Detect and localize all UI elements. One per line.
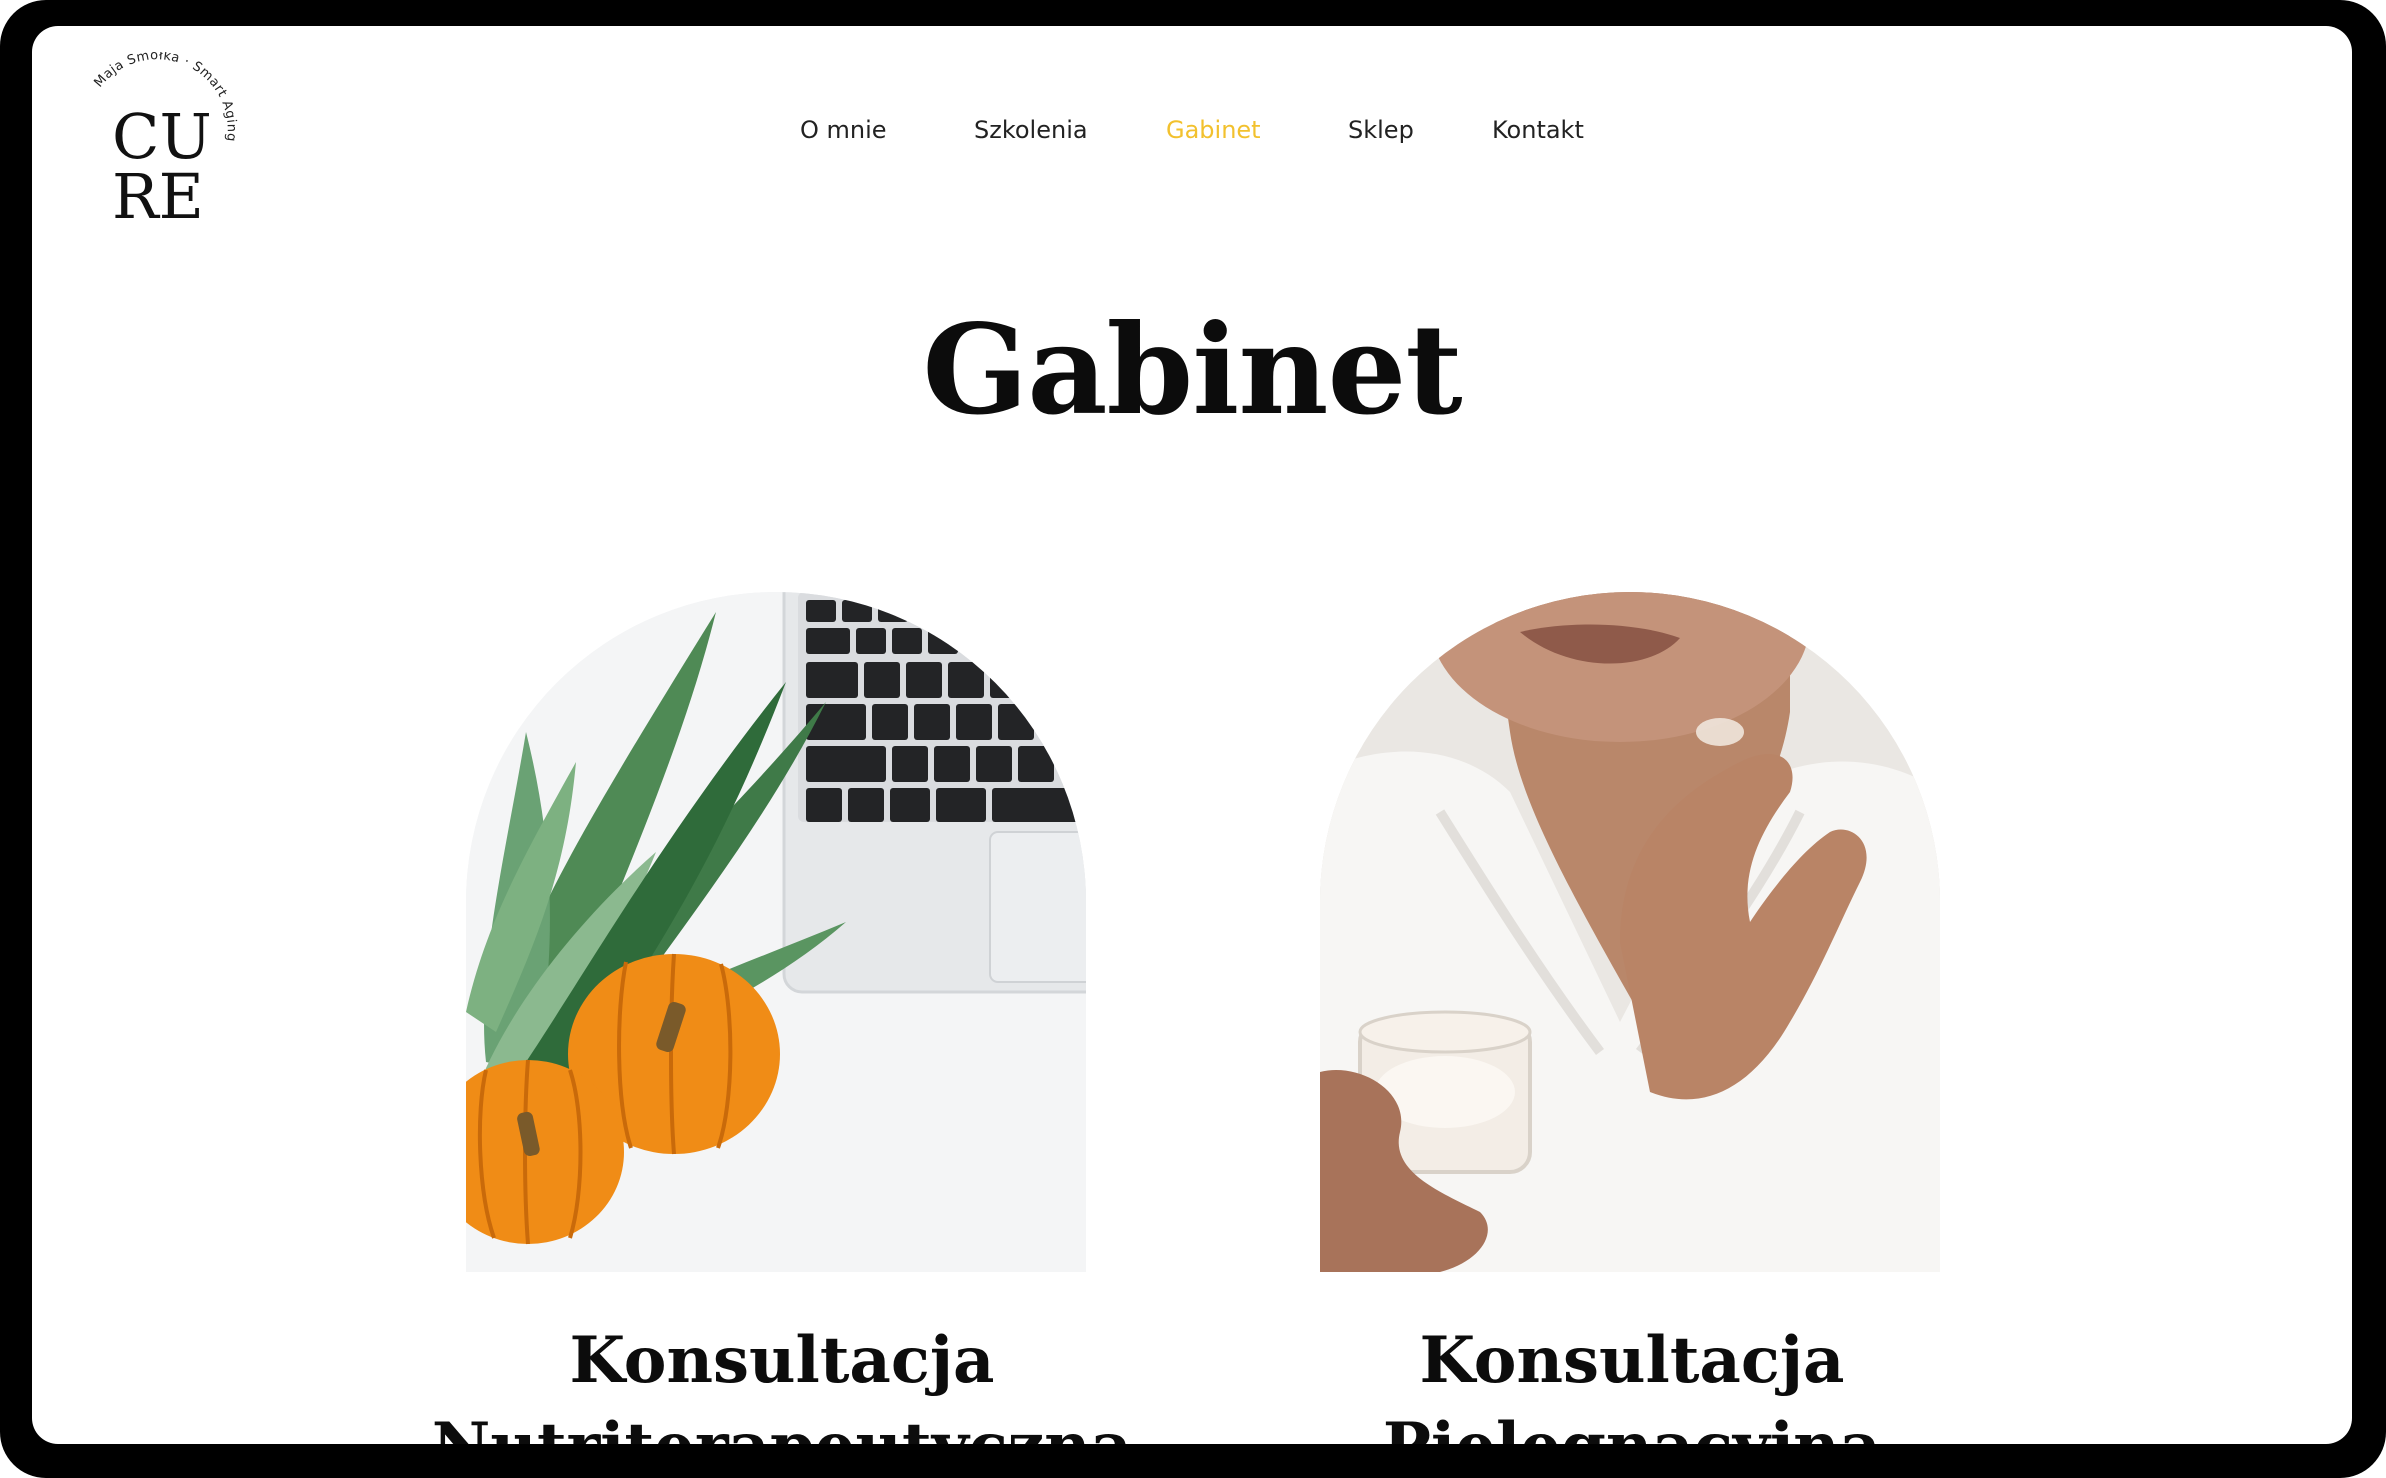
card-title-line2: Pielęgnacyjna xyxy=(1242,1404,2022,1444)
card-title-nutrition[interactable]: Konsultacja Nutriterapeutyczna xyxy=(392,1318,1172,1444)
browser-viewport: Maja Smółka · Smart Aging CU RE O mnie S… xyxy=(32,26,2352,1444)
main-nav: O mnie Szkolenia Gabinet Sklep Kontakt xyxy=(32,96,2352,176)
nav-item-kontakt[interactable]: Kontakt xyxy=(1492,116,1584,144)
card-image-nutrition[interactable] xyxy=(466,592,1086,1272)
card-title-skincare[interactable]: Konsultacja Pielęgnacyjna xyxy=(1242,1318,2022,1444)
card-title-line2: Nutriterapeutyczna xyxy=(392,1404,1172,1444)
nav-item-szkolenia[interactable]: Szkolenia xyxy=(974,116,1088,144)
nav-item-o-mnie[interactable]: O mnie xyxy=(800,116,887,144)
device-frame: Maja Smółka · Smart Aging CU RE O mnie S… xyxy=(0,0,2386,1478)
card-image-skincare[interactable] xyxy=(1320,592,1940,1272)
nav-item-gabinet[interactable]: Gabinet xyxy=(1166,116,1261,144)
card-title-line1: Konsultacja xyxy=(569,1323,995,1398)
page-title: Gabinet xyxy=(922,298,1462,443)
card-title-line1: Konsultacja xyxy=(1419,1323,1845,1398)
nav-item-sklep[interactable]: Sklep xyxy=(1348,116,1414,144)
